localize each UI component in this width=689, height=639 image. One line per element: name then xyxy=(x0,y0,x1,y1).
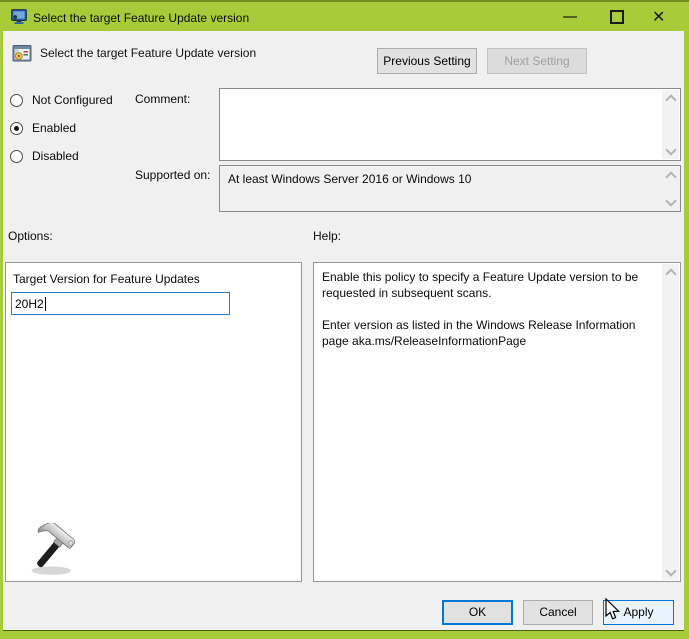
radio-disabled[interactable]: Disabled xyxy=(10,146,79,166)
policy-setting-icon xyxy=(12,45,32,62)
supported-on-value: At least Windows Server 2016 or Windows … xyxy=(228,172,472,186)
mouse-cursor-icon xyxy=(605,598,621,620)
help-section-label: Help: xyxy=(313,229,342,243)
help-text: Enable this policy to specify a Feature … xyxy=(314,263,662,349)
comment-scrollbar xyxy=(662,90,679,159)
options-section-label: Options: xyxy=(8,229,53,243)
text-caret xyxy=(44,296,46,311)
radio-circle-icon xyxy=(10,93,23,107)
scroll-down-icon[interactable] xyxy=(666,568,676,576)
hammer-watermark-icon xyxy=(31,523,75,575)
policy-name: Select the target Feature Update version xyxy=(40,46,257,60)
radio-label: Enabled xyxy=(32,121,77,135)
minimize-icon xyxy=(563,16,577,18)
previous-setting-button[interactable]: Previous Setting xyxy=(377,48,477,74)
group-policy-icon xyxy=(11,9,27,24)
help-paragraph: Enable this policy to specify a Feature … xyxy=(322,270,639,300)
target-version-value: 20H2 xyxy=(15,296,44,311)
scroll-down-icon[interactable] xyxy=(666,147,676,155)
comment-label: Comment: xyxy=(135,92,191,106)
radio-circle-icon xyxy=(10,121,23,135)
close-icon: ✕ xyxy=(652,9,666,26)
window-title: Select the target Feature Update version xyxy=(33,11,250,25)
next-setting-button[interactable]: Next Setting xyxy=(487,48,587,74)
supported-on-box: At least Windows Server 2016 or Windows … xyxy=(219,165,681,212)
radio-circle-icon xyxy=(10,149,23,163)
help-scrollbar xyxy=(662,264,679,580)
radio-enabled[interactable]: Enabled xyxy=(10,118,76,138)
scroll-up-icon[interactable] xyxy=(666,171,676,179)
options-panel: Target Version for Feature Updates 20H2 xyxy=(5,262,302,582)
minimize-button[interactable] xyxy=(553,2,587,31)
scroll-up-icon[interactable] xyxy=(666,94,676,102)
radio-label: Not Configured xyxy=(32,93,113,107)
close-button[interactable]: ✕ xyxy=(644,2,678,31)
supported-on-scrollbar xyxy=(662,167,679,210)
target-version-input[interactable]: 20H2 xyxy=(11,292,230,315)
scroll-up-icon[interactable] xyxy=(666,268,676,276)
ok-button[interactable]: OK xyxy=(442,600,513,625)
help-paragraph: Enter version as listed in the Windows R… xyxy=(322,318,636,348)
maximize-icon xyxy=(610,10,624,24)
policy-dialog-window: Select the target Feature Update version… xyxy=(0,0,689,639)
supported-on-label: Supported on: xyxy=(135,168,211,182)
scroll-down-icon[interactable] xyxy=(666,198,676,206)
help-panel: Enable this policy to specify a Feature … xyxy=(313,262,681,582)
target-version-label: Target Version for Feature Updates xyxy=(13,272,200,286)
dialog-body: Select the target Feature Update version… xyxy=(3,31,684,631)
radio-label: Disabled xyxy=(32,149,79,163)
radio-not-configured[interactable]: Not Configured xyxy=(10,90,113,110)
comment-textarea[interactable] xyxy=(219,88,681,161)
titlebar[interactable]: Select the target Feature Update version… xyxy=(0,0,689,31)
cancel-button[interactable]: Cancel xyxy=(523,600,593,625)
maximize-button[interactable] xyxy=(600,2,634,31)
